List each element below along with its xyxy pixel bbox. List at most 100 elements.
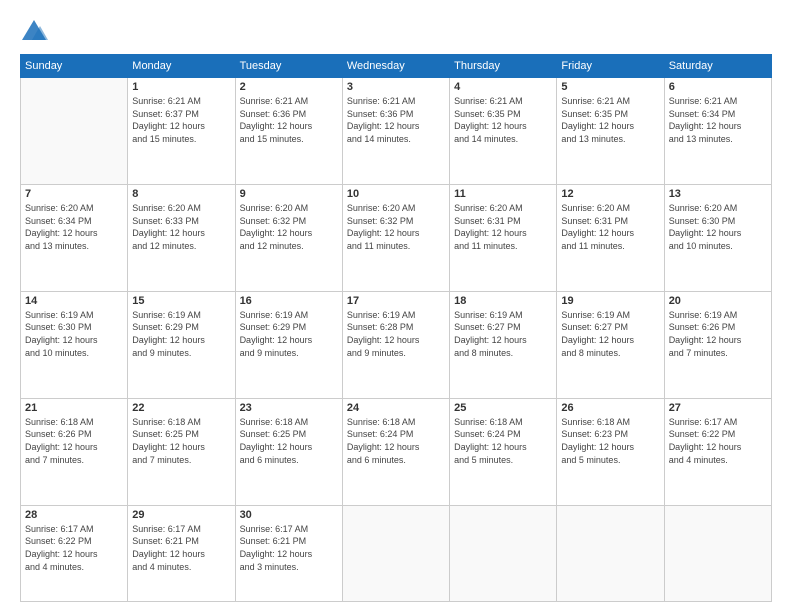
week-row-4: 21 Sunrise: 6:18 AM Sunset: 6:26 PM Dayli… — [21, 398, 772, 505]
day-cell-16: 16 Sunrise: 6:19 AM Sunset: 6:29 PM Dayli… — [235, 291, 342, 398]
day-info: Sunrise: 6:19 AM Sunset: 6:29 PM Dayligh… — [132, 309, 230, 359]
day-number: 17 — [347, 295, 445, 307]
day-cell-13: 13 Sunrise: 6:20 AM Sunset: 6:30 PM Dayli… — [664, 184, 771, 291]
weekday-header-tuesday: Tuesday — [235, 55, 342, 78]
day-cell-21: 21 Sunrise: 6:18 AM Sunset: 6:26 PM Dayli… — [21, 398, 128, 505]
day-cell-1: 1 Sunrise: 6:21 AM Sunset: 6:37 PM Daylig… — [128, 78, 235, 185]
week-row-1: 1 Sunrise: 6:21 AM Sunset: 6:37 PM Daylig… — [21, 78, 772, 185]
page: SundayMondayTuesdayWednesdayThursdayFrid… — [0, 0, 792, 612]
day-info: Sunrise: 6:21 AM Sunset: 6:35 PM Dayligh… — [454, 95, 552, 145]
day-number: 2 — [240, 81, 338, 93]
day-number: 16 — [240, 295, 338, 307]
day-number: 11 — [454, 188, 552, 200]
day-info: Sunrise: 6:19 AM Sunset: 6:27 PM Dayligh… — [454, 309, 552, 359]
day-info: Sunrise: 6:19 AM Sunset: 6:28 PM Dayligh… — [347, 309, 445, 359]
day-info: Sunrise: 6:17 AM Sunset: 6:21 PM Dayligh… — [132, 523, 230, 573]
day-info: Sunrise: 6:19 AM Sunset: 6:27 PM Dayligh… — [561, 309, 659, 359]
day-number: 30 — [240, 509, 338, 521]
day-cell-29: 29 Sunrise: 6:17 AM Sunset: 6:21 PM Dayli… — [128, 505, 235, 601]
weekday-header-monday: Monday — [128, 55, 235, 78]
day-info: Sunrise: 6:17 AM Sunset: 6:21 PM Dayligh… — [240, 523, 338, 573]
day-cell-17: 17 Sunrise: 6:19 AM Sunset: 6:28 PM Dayli… — [342, 291, 449, 398]
day-number: 22 — [132, 402, 230, 414]
day-number: 27 — [669, 402, 767, 414]
day-cell-2: 2Sunrise: 6:21 AM Sunset: 6:36 PM Daylig… — [235, 78, 342, 185]
day-info: Sunrise: 6:18 AM Sunset: 6:23 PM Dayligh… — [561, 416, 659, 466]
day-number: 29 — [132, 509, 230, 521]
day-number: 6 — [669, 81, 767, 93]
day-info: Sunrise: 6:19 AM Sunset: 6:30 PM Dayligh… — [25, 309, 123, 359]
day-cell-30: 30 Sunrise: 6:17 AM Sunset: 6:21 PM Dayli… — [235, 505, 342, 601]
weekday-header-sunday: Sunday — [21, 55, 128, 78]
day-number: 28 — [25, 509, 123, 521]
day-cell-23: 23 Sunrise: 6:18 AM Sunset: 6:25 PM Dayli… — [235, 398, 342, 505]
day-cell-3: 3 Sunrise: 6:21 AM Sunset: 6:36 PM Daylig… — [342, 78, 449, 185]
day-info: Sunrise: 6:19 AM Sunset: 6:26 PM Dayligh… — [669, 309, 767, 359]
day-number: 21 — [25, 402, 123, 414]
day-cell-6: 6 Sunrise: 6:21 AM Sunset: 6:34 PM Daylig… — [664, 78, 771, 185]
day-cell-25: 25 Sunrise: 6:18 AM Sunset: 6:24 PM Dayli… — [450, 398, 557, 505]
day-number: 1 — [132, 81, 230, 93]
day-cell-27: 27 Sunrise: 6:17 AM Sunset: 6:22 PM Dayli… — [664, 398, 771, 505]
day-cell-14: 14 Sunrise: 6:19 AM Sunset: 6:30 PM Dayli… — [21, 291, 128, 398]
day-number: 4 — [454, 81, 552, 93]
day-info: Sunrise: 6:20 AM Sunset: 6:31 PM Dayligh… — [561, 202, 659, 252]
day-info: Sunrise: 6:18 AM Sunset: 6:24 PM Dayligh… — [454, 416, 552, 466]
day-info: Sunrise: 6:21 AM Sunset: 6:34 PM Dayligh… — [669, 95, 767, 145]
day-cell-7: 7 Sunrise: 6:20 AM Sunset: 6:34 PM Daylig… — [21, 184, 128, 291]
day-number: 25 — [454, 402, 552, 414]
day-info: Sunrise: 6:20 AM Sunset: 6:32 PM Dayligh… — [240, 202, 338, 252]
day-number: 24 — [347, 402, 445, 414]
day-number: 13 — [669, 188, 767, 200]
week-row-5: 28 Sunrise: 6:17 AM Sunset: 6:22 PM Dayli… — [21, 505, 772, 601]
empty-cell — [664, 505, 771, 601]
day-info: Sunrise: 6:21 AM Sunset: 6:37 PM Dayligh… — [132, 95, 230, 145]
weekday-header-thursday: Thursday — [450, 55, 557, 78]
day-number: 23 — [240, 402, 338, 414]
empty-cell — [450, 505, 557, 601]
day-info: Sunrise: 6:20 AM Sunset: 6:32 PM Dayligh… — [347, 202, 445, 252]
day-cell-15: 15 Sunrise: 6:19 AM Sunset: 6:29 PM Dayli… — [128, 291, 235, 398]
day-info: Sunrise: 6:21 AM Sunset: 6:36 PM Dayligh… — [347, 95, 445, 145]
day-info: Sunrise: 6:19 AM Sunset: 6:29 PM Dayligh… — [240, 309, 338, 359]
day-cell-5: 5 Sunrise: 6:21 AM Sunset: 6:35 PM Daylig… — [557, 78, 664, 185]
day-info: Sunrise: 6:17 AM Sunset: 6:22 PM Dayligh… — [669, 416, 767, 466]
week-row-2: 7 Sunrise: 6:20 AM Sunset: 6:34 PM Daylig… — [21, 184, 772, 291]
day-cell-24: 24 Sunrise: 6:18 AM Sunset: 6:24 PM Dayli… — [342, 398, 449, 505]
week-row-3: 14 Sunrise: 6:19 AM Sunset: 6:30 PM Dayli… — [21, 291, 772, 398]
calendar-body: 1 Sunrise: 6:21 AM Sunset: 6:37 PM Daylig… — [21, 78, 772, 602]
day-info: Sunrise: 6:17 AM Sunset: 6:22 PM Dayligh… — [25, 523, 123, 573]
day-info: Sunrise: 6:18 AM Sunset: 6:24 PM Dayligh… — [347, 416, 445, 466]
weekday-header-wednesday: Wednesday — [342, 55, 449, 78]
day-cell-10: 10 Sunrise: 6:20 AM Sunset: 6:32 PM Dayli… — [342, 184, 449, 291]
day-info: Sunrise: 6:18 AM Sunset: 6:26 PM Dayligh… — [25, 416, 123, 466]
day-number: 10 — [347, 188, 445, 200]
day-info: Sunrise: 6:20 AM Sunset: 6:30 PM Dayligh… — [669, 202, 767, 252]
calendar-table: SundayMondayTuesdayWednesdayThursdayFrid… — [20, 54, 772, 602]
day-number: 8 — [132, 188, 230, 200]
day-number: 26 — [561, 402, 659, 414]
day-number: 18 — [454, 295, 552, 307]
day-number: 20 — [669, 295, 767, 307]
day-cell-12: 12 Sunrise: 6:20 AM Sunset: 6:31 PM Dayli… — [557, 184, 664, 291]
day-info: Sunrise: 6:20 AM Sunset: 6:34 PM Dayligh… — [25, 202, 123, 252]
day-cell-28: 28 Sunrise: 6:17 AM Sunset: 6:22 PM Dayli… — [21, 505, 128, 601]
day-cell-8: 8Sunrise: 6:20 AM Sunset: 6:33 PM Daylig… — [128, 184, 235, 291]
day-number: 19 — [561, 295, 659, 307]
day-info: Sunrise: 6:20 AM Sunset: 6:31 PM Dayligh… — [454, 202, 552, 252]
day-cell-20: 20 Sunrise: 6:19 AM Sunset: 6:26 PM Dayli… — [664, 291, 771, 398]
day-info: Sunrise: 6:21 AM Sunset: 6:35 PM Dayligh… — [561, 95, 659, 145]
day-cell-18: 18 Sunrise: 6:19 AM Sunset: 6:27 PM Dayli… — [450, 291, 557, 398]
day-info: Sunrise: 6:18 AM Sunset: 6:25 PM Dayligh… — [132, 416, 230, 466]
weekday-header-row: SundayMondayTuesdayWednesdayThursdayFrid… — [21, 55, 772, 78]
day-number: 3 — [347, 81, 445, 93]
day-number: 7 — [25, 188, 123, 200]
day-cell-11: 11 Sunrise: 6:20 AM Sunset: 6:31 PM Dayli… — [450, 184, 557, 291]
day-number: 14 — [25, 295, 123, 307]
day-number: 15 — [132, 295, 230, 307]
day-number: 5 — [561, 81, 659, 93]
day-info: Sunrise: 6:18 AM Sunset: 6:25 PM Dayligh… — [240, 416, 338, 466]
day-number: 12 — [561, 188, 659, 200]
empty-cell — [21, 78, 128, 185]
day-cell-9: 9Sunrise: 6:20 AM Sunset: 6:32 PM Daylig… — [235, 184, 342, 291]
